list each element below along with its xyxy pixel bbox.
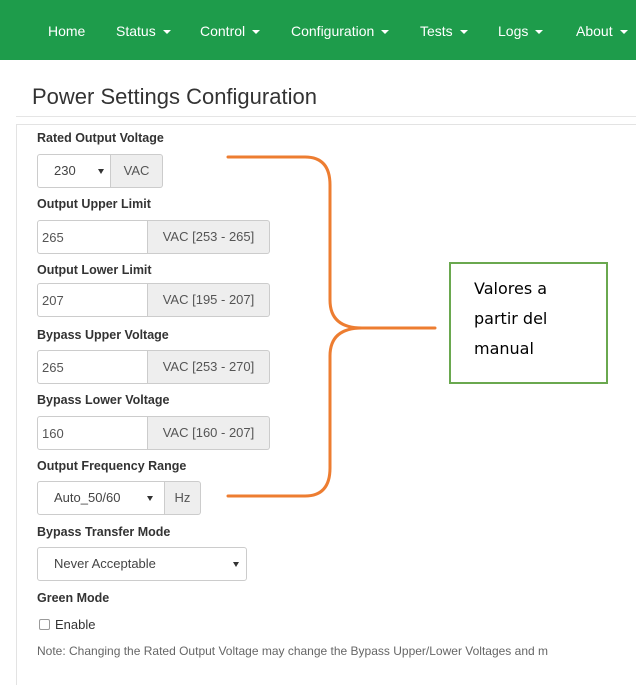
annotation-callout: Valores a partir del manual [449, 262, 608, 384]
callout-line-1: Valores a [474, 279, 548, 298]
callout-line-3: manual [474, 339, 534, 358]
curly-brace-path [226, 155, 437, 498]
callout-line-2: partir del [474, 309, 548, 328]
